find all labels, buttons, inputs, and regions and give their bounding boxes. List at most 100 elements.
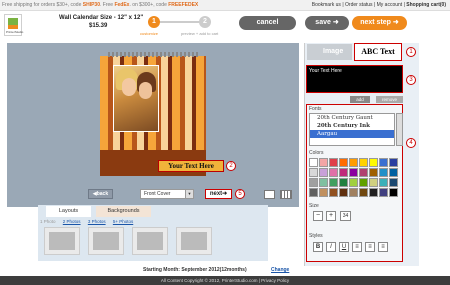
footer: All Content Copyright © 2012, PrinterStu…	[0, 276, 450, 285]
step-preview-label: preview + add to cart	[181, 31, 219, 36]
font-option-selected[interactable]: Aargau	[310, 130, 394, 138]
size-input[interactable]: 34	[340, 211, 351, 221]
align-left-icon[interactable]: ≡	[352, 242, 362, 252]
bookmark-link[interactable]: Bookmark us	[312, 2, 341, 8]
text-input[interactable]: Your Text Here	[306, 65, 403, 93]
color-swatch[interactable]	[319, 158, 328, 167]
color-swatch[interactable]	[379, 178, 388, 187]
color-swatch[interactable]	[309, 178, 318, 187]
promo-text: . on $300+, code	[129, 2, 169, 8]
color-swatch[interactable]	[359, 178, 368, 187]
color-swatch[interactable]	[329, 158, 338, 167]
color-swatch[interactable]	[369, 158, 378, 167]
arrow-right-icon: ➜	[392, 19, 399, 26]
color-swatch[interactable]	[349, 178, 358, 187]
promo-banner: Free shipping for orders $30+, code SHIP…	[2, 2, 198, 8]
color-swatch[interactable]	[319, 178, 328, 187]
color-swatch[interactable]	[339, 178, 348, 187]
tab-layouts[interactable]: Layouts	[46, 206, 91, 217]
color-swatch[interactable]	[309, 168, 318, 177]
next-page-button[interactable]: next➜	[205, 189, 232, 199]
calendar-text-box[interactable]: Your Text Here	[158, 160, 224, 172]
font-list[interactable]: 20th Century Gaunt 20th Century Ink Aarg…	[309, 113, 395, 146]
color-swatch[interactable]	[309, 188, 318, 197]
shopping-cart-link[interactable]: Shopping cart(0)	[406, 2, 446, 8]
color-swatch[interactable]	[389, 178, 398, 187]
size-decrease-button[interactable]: −	[313, 211, 323, 221]
single-view-icon[interactable]	[264, 190, 275, 199]
add-text-button[interactable]: add	[350, 96, 370, 103]
step-connector	[160, 21, 199, 23]
color-swatch[interactable]	[369, 188, 378, 197]
photo-person-face	[139, 82, 152, 99]
color-swatch[interactable]	[329, 168, 338, 177]
save-button[interactable]: save ➜	[305, 16, 349, 30]
color-swatch[interactable]	[389, 168, 398, 177]
starting-month: Starting Month: September 2012(12months)	[143, 267, 247, 273]
remove-text-button[interactable]: remove	[376, 96, 403, 103]
color-swatch[interactable]	[379, 168, 388, 177]
color-swatch[interactable]	[349, 158, 358, 167]
change-month-link[interactable]: Change	[271, 267, 289, 273]
subtab-3-photos[interactable]: 3 Photos	[88, 219, 106, 224]
font-option[interactable]: 20th Century Ink	[310, 122, 394, 130]
grid-view-icon[interactable]	[280, 190, 292, 199]
back-button[interactable]: ◀back	[88, 189, 113, 199]
top-links: Bookmark us | Order status | My account …	[311, 2, 446, 8]
color-swatch[interactable]	[339, 188, 348, 197]
layout-thumbnail[interactable]	[176, 227, 212, 255]
tab-text[interactable]: ABC Text	[354, 43, 402, 61]
align-center-icon[interactable]: ≡	[365, 242, 375, 252]
subtab-5-photos[interactable]: 5+ Photos	[113, 219, 133, 224]
size-increase-button[interactable]: +	[326, 211, 336, 221]
subtab-1-photo[interactable]: 1 Photo	[40, 219, 56, 224]
color-swatch[interactable]	[359, 168, 368, 177]
font-list-scrollbar[interactable]	[396, 113, 403, 146]
color-swatch[interactable]	[309, 158, 318, 167]
color-swatch[interactable]	[369, 178, 378, 187]
color-swatch[interactable]	[329, 188, 338, 197]
my-account-link[interactable]: My account	[377, 2, 403, 8]
layout-thumbnail-photo	[93, 232, 119, 250]
italic-icon[interactable]: I	[326, 242, 336, 252]
color-swatch[interactable]	[329, 178, 338, 187]
color-swatch[interactable]	[349, 168, 358, 177]
order-status-link[interactable]: Order status	[345, 2, 373, 8]
callout-1: 1	[406, 47, 416, 57]
logo-text: PrinterStudio	[6, 30, 24, 34]
subtab-2-photos[interactable]: 2 Photos	[63, 219, 81, 224]
next-step-button[interactable]: next step ➜	[352, 16, 407, 30]
color-swatch[interactable]	[389, 158, 398, 167]
color-swatch[interactable]	[339, 168, 348, 177]
underline-icon[interactable]: U	[339, 242, 349, 252]
color-swatch[interactable]	[319, 168, 328, 177]
tab-text-label: Text	[379, 47, 395, 56]
color-swatch[interactable]	[379, 188, 388, 197]
product-price: $15.39	[89, 23, 108, 29]
cancel-button[interactable]: cancel	[239, 16, 296, 30]
bold-icon[interactable]: B	[313, 242, 323, 252]
promo-text: . Free	[99, 2, 115, 8]
arrow-right-icon: ➜	[332, 19, 339, 26]
color-swatch[interactable]	[359, 158, 368, 167]
layout-thumbnail[interactable]	[44, 227, 80, 255]
back-label: back	[96, 191, 109, 197]
color-swatch[interactable]	[359, 188, 368, 197]
next-label: next	[209, 191, 223, 197]
layout-thumbnail[interactable]	[88, 227, 124, 255]
color-swatches	[309, 158, 401, 197]
color-swatch[interactable]	[319, 188, 328, 197]
font-option[interactable]: 20th Century Gaunt	[310, 114, 394, 122]
align-right-icon[interactable]: ≡	[378, 242, 388, 252]
photo-count-tabs: 1 Photo 2 Photos 3 Photos 5+ Photos	[40, 219, 139, 224]
tab-backgrounds[interactable]: Backgrounds	[96, 206, 151, 217]
logo[interactable]: PrinterStudio	[4, 14, 24, 36]
layout-thumbnail[interactable]	[132, 227, 168, 255]
page-select[interactable]: Front Cover ▼	[140, 189, 194, 199]
color-swatch[interactable]	[379, 158, 388, 167]
color-swatch[interactable]	[339, 158, 348, 167]
color-swatch[interactable]	[369, 168, 378, 177]
tab-image[interactable]: Image	[307, 44, 352, 60]
color-swatch[interactable]	[349, 188, 358, 197]
color-swatch[interactable]	[389, 188, 398, 197]
